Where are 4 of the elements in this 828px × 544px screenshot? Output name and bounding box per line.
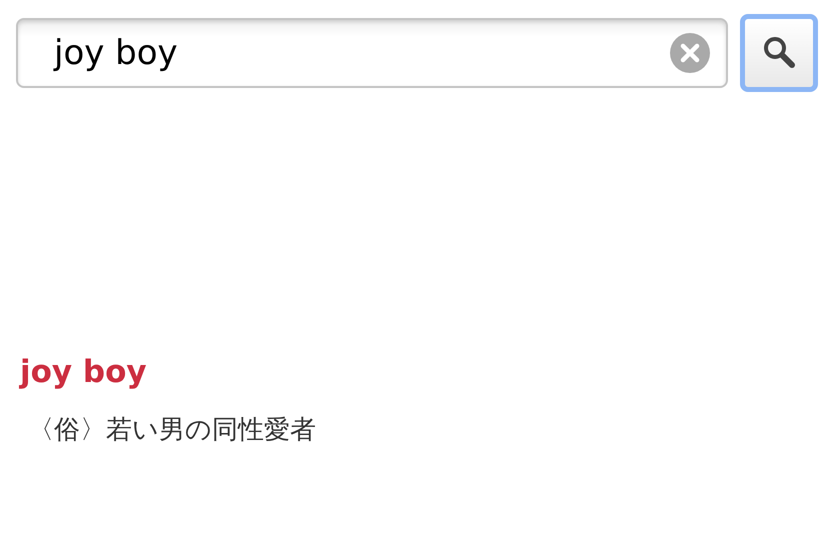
search-field[interactable]: joy boy (16, 18, 728, 88)
headword: joy boy (20, 354, 148, 390)
definition-text: 〈俗〉若い男の同性愛者 (27, 414, 317, 447)
search-button[interactable] (740, 14, 818, 92)
